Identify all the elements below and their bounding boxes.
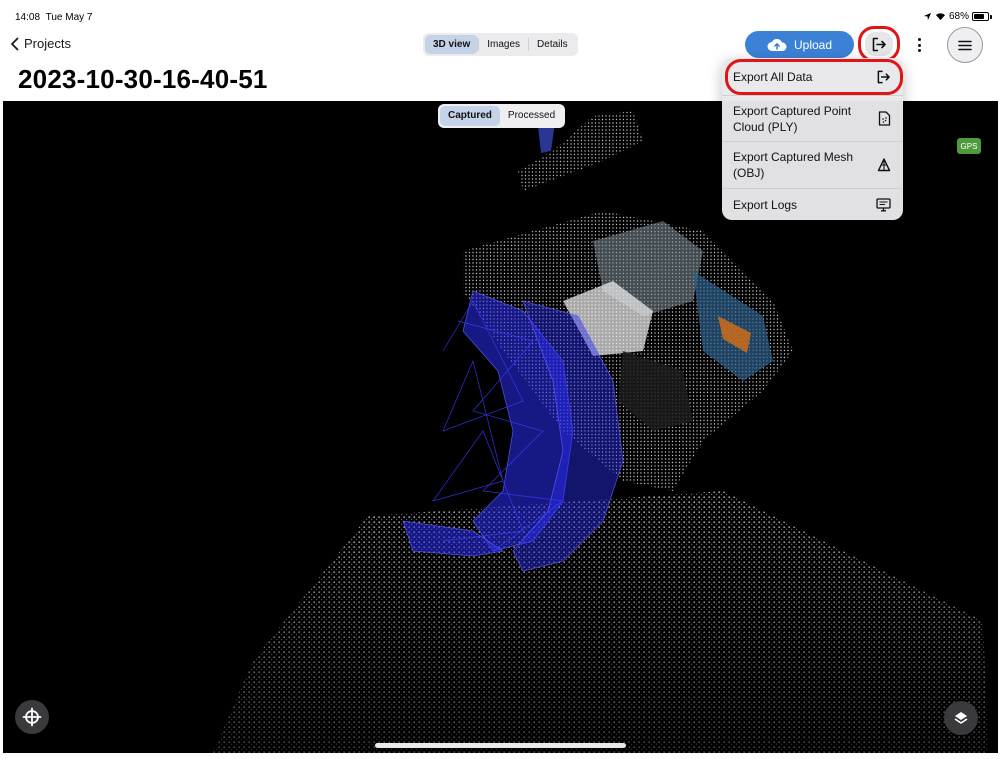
back-label: Projects	[24, 36, 71, 51]
menu-item-label: Export Logs	[733, 197, 798, 212]
upload-label: Upload	[793, 37, 833, 52]
export-icon	[877, 70, 890, 84]
menu-item-export-all[interactable]: Export All Data	[722, 59, 903, 95]
menu-item-label: Export Captured Point Cloud (PLY)	[733, 103, 852, 134]
more-dot	[917, 49, 921, 52]
menu-item-label: Export Captured Mesh (OBJ)	[733, 150, 854, 180]
page-title: 2023-10-30-16-40-51	[18, 64, 268, 94]
logs-icon	[876, 197, 891, 211]
export-dropdown-menu: Export All Data Export Captured Point Cl…	[722, 58, 903, 220]
upload-button[interactable]: Upload	[745, 31, 854, 58]
tab-images[interactable]: Images	[479, 35, 528, 54]
menu-button[interactable]	[947, 27, 983, 63]
menu-item-export-logs[interactable]: Export Logs	[722, 189, 903, 220]
tab-details[interactable]: Details	[529, 35, 576, 54]
hamburger-icon	[958, 40, 972, 50]
more-options-button[interactable]	[912, 33, 926, 57]
tab-3d-view[interactable]: 3D view	[425, 35, 479, 54]
export-button[interactable]	[858, 26, 900, 62]
chevron-left-icon	[11, 37, 19, 50]
home-indicator	[375, 743, 626, 748]
battery-percent: 68%	[948, 11, 969, 22]
file-icon	[878, 111, 891, 126]
menu-item-export-mesh[interactable]: Export Captured Mesh (OBJ)	[722, 142, 903, 188]
battery-tip	[990, 14, 992, 19]
export-icon	[872, 37, 886, 51]
layers-button[interactable]	[944, 701, 978, 735]
status-time: 14:08 Tue May 7	[15, 12, 93, 23]
status-bar: 14:08 Tue May 7 68%	[0, 0, 1004, 32]
more-dot	[917, 43, 921, 47]
more-dot	[917, 38, 921, 41]
back-button[interactable]: Projects	[10, 36, 71, 51]
wifi-icon	[935, 13, 945, 21]
recenter-button[interactable]	[15, 700, 49, 734]
status-indicators: 68%	[923, 11, 992, 22]
capture-mode-toggle: Captured Processed	[438, 104, 566, 128]
toggle-processed[interactable]: Processed	[500, 106, 563, 126]
menu-item-label: Export All Data	[733, 70, 813, 84]
gps-badge[interactable]: GPS	[957, 138, 981, 154]
export-button-inner	[865, 32, 893, 56]
mesh-icon	[877, 158, 891, 172]
battery-icon	[972, 12, 989, 21]
menu-item-export-point-cloud[interactable]: Export Captured Point Cloud (PLY)	[722, 96, 903, 141]
view-tabs: 3D view Images Details	[423, 33, 578, 56]
toggle-captured[interactable]: Captured	[440, 106, 500, 126]
cloud-upload-icon	[767, 38, 787, 51]
recenter-icon	[22, 707, 42, 727]
layers-icon	[954, 712, 968, 724]
location-icon	[923, 12, 932, 21]
